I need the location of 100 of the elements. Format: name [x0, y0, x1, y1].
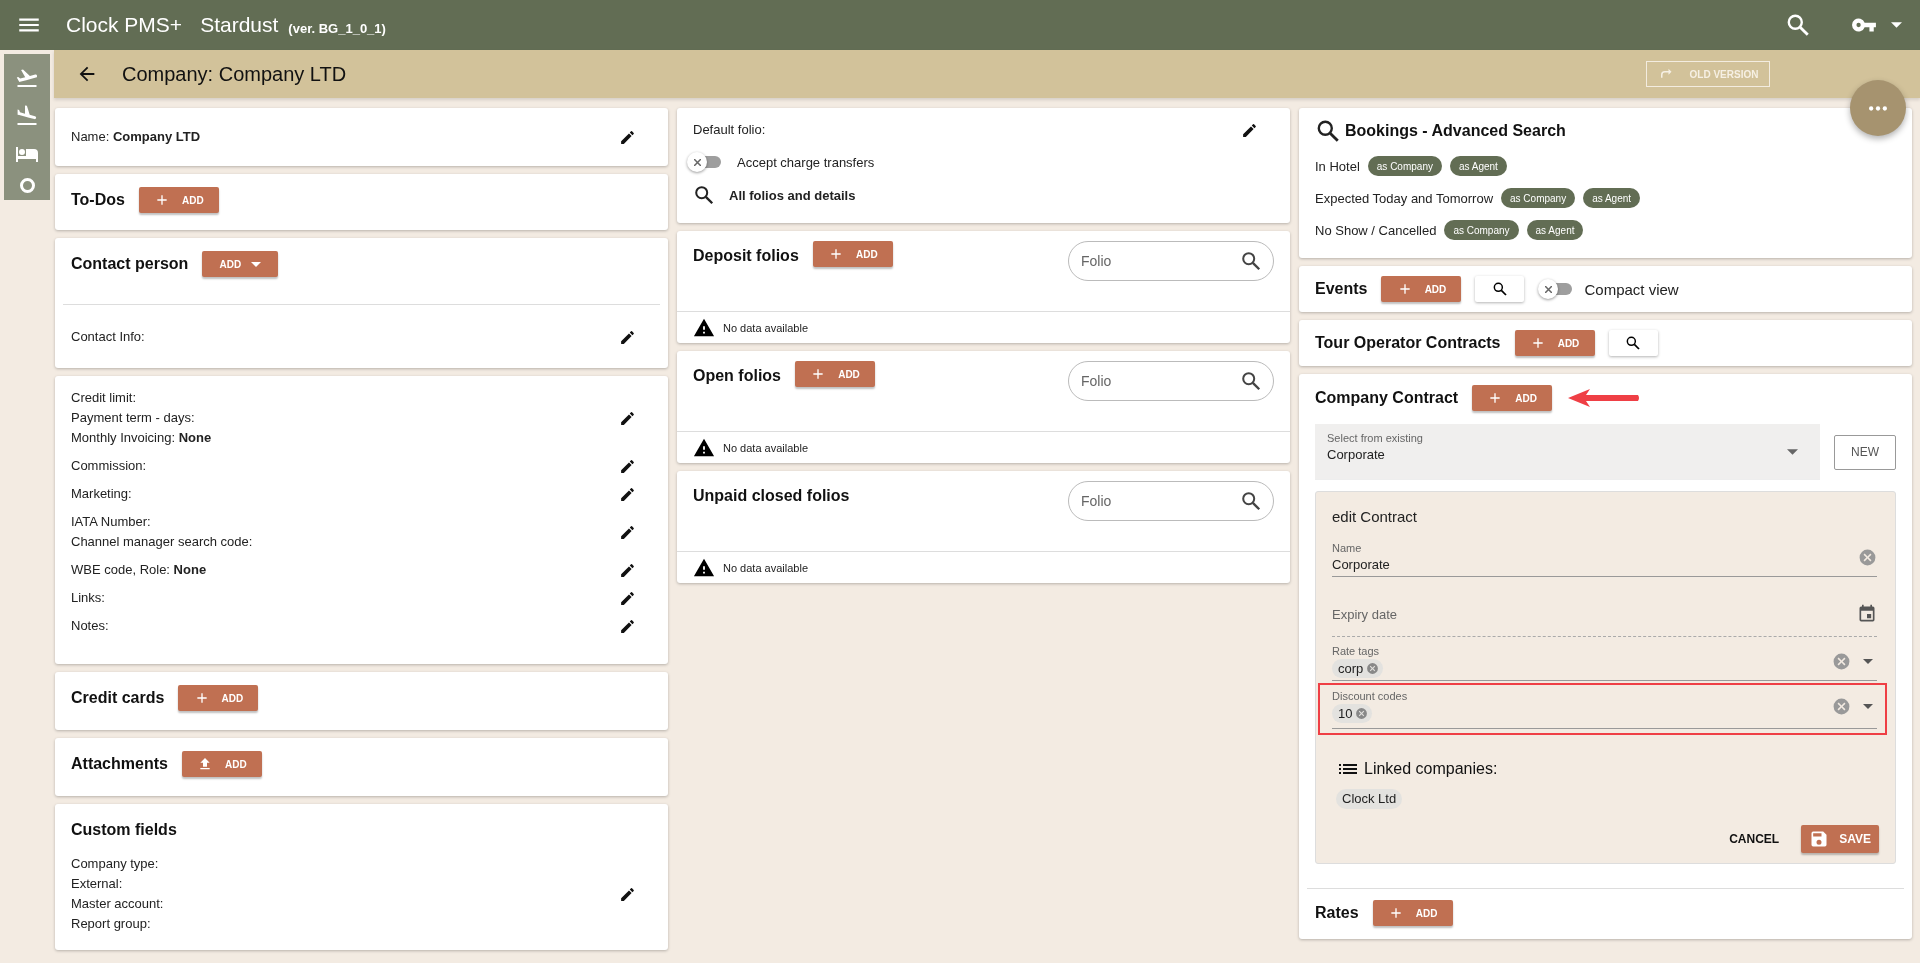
toggle-switch[interactable]	[687, 152, 723, 172]
field-label: Default folio:	[693, 121, 766, 139]
add-button[interactable]: ADD	[1514, 330, 1595, 356]
search-button[interactable]	[1475, 276, 1525, 302]
more-icon	[1869, 105, 1887, 111]
search-icon	[1491, 281, 1508, 297]
remove-icon	[1355, 706, 1369, 720]
search-field[interactable]: Folio	[1068, 481, 1274, 521]
tag-chip[interactable]: 10	[1332, 703, 1373, 723]
field-label: Commission:	[71, 457, 147, 475]
field-label: Payment term - days:	[71, 409, 196, 427]
section-title: Company Contract	[1315, 389, 1459, 407]
filter-chip[interactable]: as Company	[1367, 156, 1442, 176]
select-field[interactable]: Select from existing Corporate	[1315, 424, 1820, 480]
field-label: Company type:	[71, 855, 160, 873]
edit-icon[interactable]	[619, 457, 636, 475]
search-field[interactable]: Folio	[1068, 241, 1274, 281]
edit-icon[interactable]	[619, 328, 636, 346]
company-chip[interactable]: Clock Ltd	[1336, 789, 1403, 809]
more-button[interactable]	[1850, 80, 1906, 136]
add-button[interactable]: ADD	[1372, 900, 1453, 926]
new-button[interactable]: NEW	[1834, 434, 1896, 470]
empty-message: No data available	[723, 441, 808, 454]
field-label: Contact Info:	[71, 328, 145, 346]
section-title: Tour Operator Contracts	[1315, 334, 1501, 352]
field-label: Monthly Invoicing: None	[71, 429, 212, 447]
folios-link[interactable]: All folios and details	[729, 187, 856, 203]
edit-icon[interactable]	[619, 589, 636, 607]
tag-chip[interactable]: corp	[1332, 658, 1384, 678]
search-icon	[1240, 490, 1262, 512]
field-label: Credit limit:	[71, 389, 137, 407]
input-field[interactable]: Expiry date	[1332, 595, 1877, 637]
edit-icon[interactable]	[619, 485, 636, 503]
search-icon[interactable]	[1315, 118, 1341, 144]
section-title: Credit cards	[71, 689, 165, 707]
filter-chip[interactable]: as Company	[1444, 220, 1519, 240]
search-icon[interactable]	[693, 184, 715, 206]
section-title: Linked companies:	[1364, 760, 1498, 778]
empty-message: No data available	[723, 561, 808, 574]
add-button[interactable]: ADD	[202, 251, 279, 277]
toggle-label: Compact view	[1584, 280, 1679, 298]
field-label: Channel manager search code:	[71, 533, 253, 551]
field-label: External:	[71, 875, 124, 893]
add-button[interactable]: ADD	[1381, 276, 1462, 302]
search-button[interactable]	[1608, 330, 1658, 356]
toggle-label: Accept charge transfers	[737, 154, 875, 170]
cross-icon	[1544, 285, 1552, 293]
arrival-icon[interactable]	[15, 104, 39, 128]
caret-icon	[1891, 22, 1902, 28]
edit-icon[interactable]	[619, 523, 636, 541]
field-label: Marketing:	[71, 485, 132, 503]
caret-icon	[251, 261, 262, 267]
field-label: Name: Company LTD	[71, 128, 201, 146]
row-label: Expected Today and Tomorrow	[1315, 190, 1493, 206]
add-button[interactable]: ADD	[795, 361, 875, 387]
calendar-icon[interactable]	[1857, 604, 1877, 624]
section-title: Unpaid closed folios	[693, 487, 850, 505]
field-label: Notes:	[71, 617, 109, 635]
add-button[interactable]: ADD	[1472, 385, 1553, 411]
section-title: Attachments	[71, 755, 168, 773]
edit-icon[interactable]	[619, 561, 636, 579]
cancel-button[interactable]: CANCEL	[1723, 831, 1786, 847]
version-label: (ver. BG_1_0_1)	[288, 20, 386, 36]
search-field[interactable]: Folio	[1068, 361, 1274, 401]
row-label: No Show / Cancelled	[1315, 222, 1437, 238]
caret-icon	[1787, 449, 1798, 455]
search-icon	[1625, 335, 1641, 351]
add-button[interactable]: ADD	[138, 187, 219, 213]
input-field[interactable]: Discount codes 10	[1332, 687, 1877, 729]
section-title: Deposit folios	[693, 247, 799, 265]
add-button[interactable]: ADD	[178, 685, 259, 711]
filter-chip[interactable]: as Company	[1501, 188, 1576, 208]
section-title: Custom fields	[71, 821, 177, 839]
save-icon	[1809, 829, 1830, 849]
panel-title: edit Contract	[1332, 508, 1419, 525]
empty-message: No data available	[723, 321, 808, 334]
caret-icon[interactable]	[1863, 658, 1873, 664]
add-button[interactable]: ADD	[812, 241, 893, 267]
row-label: In Hotel	[1315, 158, 1360, 174]
input-field[interactable]: Rate tags corp	[1332, 645, 1877, 681]
cross-icon	[693, 158, 701, 166]
edit-icon[interactable]	[1241, 121, 1258, 139]
filter-chip[interactable]: as Agent	[1583, 188, 1641, 208]
section-title: Open folios	[693, 367, 781, 385]
save-button[interactable]: SAVE	[1801, 825, 1879, 853]
input-field[interactable]: Name Corporate	[1332, 541, 1877, 577]
filter-chip[interactable]: as Agent	[1449, 156, 1507, 176]
section-title: Bookings - Advanced Search	[1345, 122, 1566, 140]
field-label: Links:	[71, 589, 105, 607]
search-icon	[1240, 370, 1262, 392]
section-title: Rates	[1315, 904, 1359, 922]
edit-icon[interactable]	[619, 409, 636, 427]
edit-icon[interactable]	[619, 128, 636, 146]
edit-icon[interactable]	[619, 617, 636, 635]
edit-icon[interactable]	[619, 885, 636, 903]
caret-icon[interactable]	[1863, 703, 1873, 709]
filter-chip[interactable]: as Agent	[1526, 220, 1584, 240]
section-title: Events	[1315, 280, 1368, 298]
field-label: IATA Number:	[71, 513, 152, 531]
add-button[interactable]: ADD	[181, 751, 262, 777]
